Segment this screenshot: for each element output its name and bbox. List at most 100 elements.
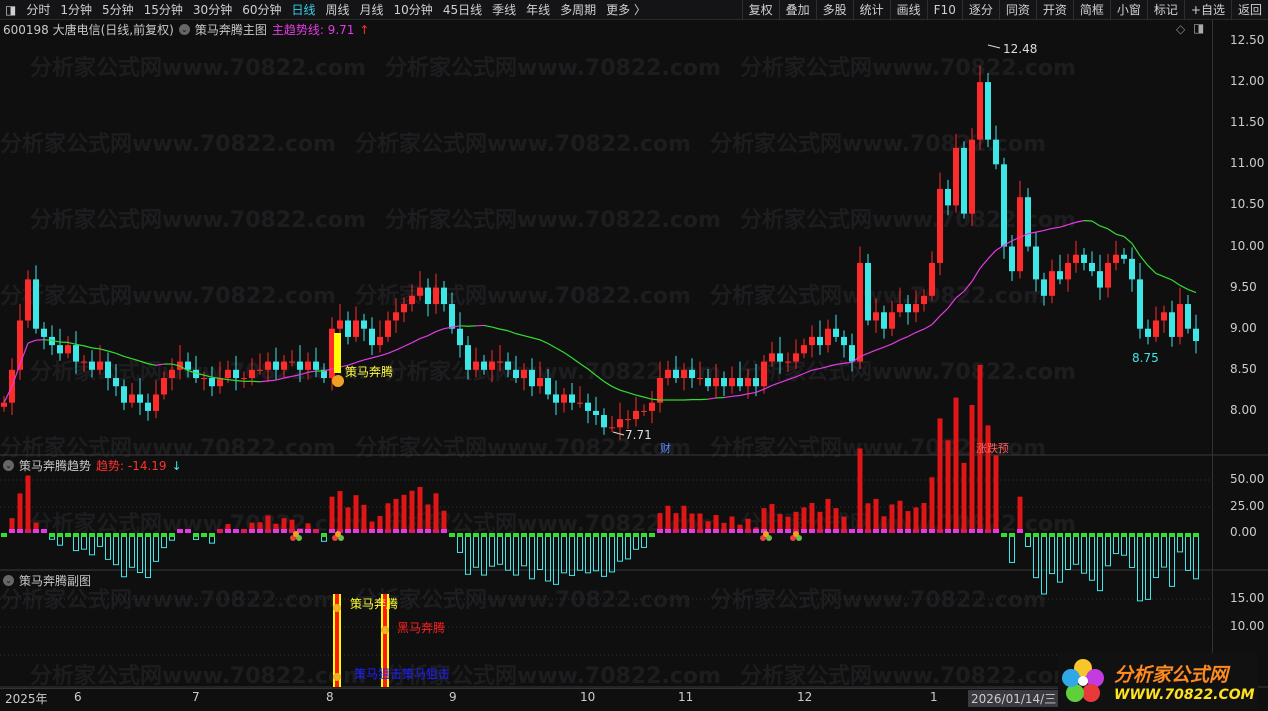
trend-line-segment	[35, 339, 45, 341]
trend-marker	[681, 529, 687, 533]
trend-marker	[161, 533, 167, 537]
trend-line-segment	[883, 343, 893, 348]
indicator-menu-icon[interactable]: ⌄	[3, 460, 14, 471]
trend-bar	[921, 502, 927, 529]
axis-tick: 8.50	[1230, 361, 1257, 376]
trend-marker	[313, 529, 319, 533]
watermark: 分析家公式网www.70822.com	[30, 207, 366, 233]
trend-line-segment	[843, 361, 853, 364]
candle-body	[585, 402, 591, 411]
trend-marker	[873, 529, 879, 533]
trend-line-segment	[651, 398, 661, 401]
trend-marker	[937, 529, 943, 533]
trend-line-segment	[1155, 272, 1165, 278]
trend-marker	[369, 529, 375, 533]
trend-bar	[753, 527, 759, 529]
candle-body	[457, 328, 463, 346]
candle-body	[737, 378, 743, 387]
watermark: 分析家公式网www.70822.com	[385, 207, 721, 233]
watermark: 分析家公式网www.70822.com	[30, 663, 366, 689]
trend-line-segment	[387, 349, 397, 354]
axis-tick: 25.00	[1230, 498, 1265, 513]
trend-line-segment	[1163, 276, 1173, 281]
trend-bar	[993, 455, 999, 529]
trend-line-segment	[27, 339, 37, 344]
trend-marker	[417, 529, 423, 533]
kline-chart[interactable]: 分析家公式网www.70822.com 分析家公式网www.70822.com 分析…	[0, 0, 1268, 711]
signal-badge-icon	[332, 375, 344, 387]
trend-marker	[809, 529, 815, 533]
indicator-menu-icon[interactable]: ⌄	[3, 575, 14, 586]
trend-marker	[1089, 533, 1095, 537]
logo-url: WWW.70822.COM	[1114, 686, 1255, 703]
trend-line-segment	[611, 385, 621, 391]
candle-body	[985, 82, 991, 140]
candle-body	[393, 312, 399, 321]
trend-marker	[705, 529, 711, 533]
trend-bar	[873, 498, 879, 529]
trend-line-segment	[91, 347, 101, 350]
trend-marker	[689, 529, 695, 533]
trend-marker	[1025, 533, 1031, 537]
candle-body	[721, 378, 727, 387]
trend-line-segment	[379, 352, 389, 357]
candle-body	[697, 378, 703, 380]
trend-bar	[689, 513, 695, 529]
trend-bar	[961, 462, 967, 529]
candle-body	[569, 394, 575, 403]
trend-bar	[33, 522, 39, 529]
candle-body	[1081, 254, 1087, 263]
trend-bar	[1145, 534, 1151, 600]
sub-title[interactable]: 策马奔腾副图	[19, 572, 91, 589]
trend-marker	[745, 529, 751, 533]
trend-line-segment	[867, 349, 877, 354]
trend-marker	[257, 529, 263, 533]
trend-marker	[353, 529, 359, 533]
trend-line-segment	[747, 391, 757, 395]
trend-line-segment	[723, 395, 733, 399]
trend-line-segment	[1107, 228, 1117, 235]
trend-marker	[713, 529, 719, 533]
trend-line-segment	[619, 389, 629, 394]
indicator-menu-icon[interactable]: ⌄	[178, 24, 190, 35]
trend-marker	[1049, 533, 1055, 537]
stock-title: 600198 大唐电信(日线,前复权)	[3, 23, 174, 37]
trend-bar	[713, 515, 719, 529]
trend-marker	[273, 529, 279, 533]
trend-line-segment	[235, 379, 245, 382]
trend-marker	[1129, 533, 1135, 537]
trend-marker	[1097, 533, 1103, 537]
trend-line-segment	[1123, 235, 1133, 244]
trend-bar	[841, 516, 847, 529]
trend-marker	[673, 529, 679, 533]
trend-bar	[433, 493, 439, 529]
candle-body	[785, 361, 791, 363]
candle-body	[905, 304, 911, 313]
trend-bar	[1153, 534, 1159, 578]
trend-marker	[377, 529, 383, 533]
trend-bar	[609, 534, 615, 573]
trend-line-segment	[731, 394, 741, 397]
trend-marker	[97, 533, 103, 537]
axis-tick: 12.00	[1230, 74, 1265, 89]
indicator-name[interactable]: 策马奔腾主图	[195, 21, 267, 38]
trend-line-segment	[1075, 220, 1085, 223]
date-tick: 7	[192, 690, 200, 704]
trend-marker	[89, 533, 95, 537]
candle-body	[17, 320, 23, 370]
candle-body	[121, 386, 127, 403]
candle-body	[617, 419, 623, 428]
trend-line-segment	[891, 339, 901, 345]
trend-title[interactable]: 策马奔腾趋势	[19, 457, 91, 474]
trend-bar	[1089, 534, 1095, 581]
trend-marker	[241, 529, 247, 533]
candle-body	[1009, 246, 1015, 272]
trend-bar	[497, 534, 503, 565]
date-tick: 10	[580, 690, 596, 704]
trend-bar	[113, 534, 119, 566]
candle-body	[505, 361, 511, 370]
trend-marker	[625, 533, 631, 537]
trend-line-segment	[923, 324, 933, 330]
candle-body	[73, 345, 79, 362]
candle-body	[145, 402, 151, 411]
